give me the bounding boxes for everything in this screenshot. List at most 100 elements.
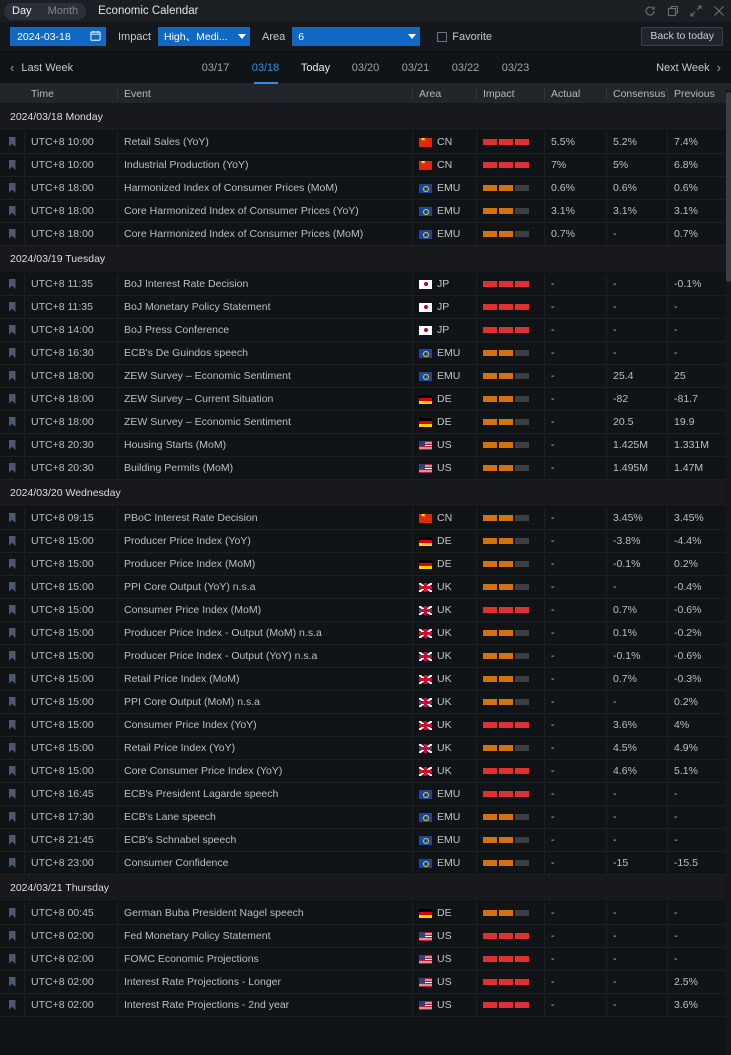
- bookmark-icon[interactable]: [9, 394, 16, 404]
- bookmark-icon[interactable]: [9, 858, 16, 868]
- bookmark-icon[interactable]: [9, 371, 16, 381]
- row-bookmark-cell[interactable]: [0, 342, 25, 364]
- row-bookmark-cell[interactable]: [0, 553, 25, 575]
- next-week-button[interactable]: Next Week ›: [656, 61, 721, 74]
- day-tab-5[interactable]: 03/22: [441, 52, 491, 84]
- table-row[interactable]: UTC+8 15:00Consumer Price Index (MoM)UK-…: [0, 599, 731, 622]
- table-row[interactable]: UTC+8 02:00Fed Monetary Policy Statement…: [0, 925, 731, 948]
- bookmark-icon[interactable]: [9, 977, 16, 987]
- refresh-icon[interactable]: [644, 5, 656, 17]
- table-row[interactable]: UTC+8 23:00Consumer ConfidenceEMU--15-15…: [0, 852, 731, 875]
- bookmark-icon[interactable]: [9, 697, 16, 707]
- row-bookmark-cell[interactable]: [0, 507, 25, 529]
- bookmark-icon[interactable]: [9, 463, 16, 473]
- table-row[interactable]: UTC+8 02:00Interest Rate Projections - L…: [0, 971, 731, 994]
- table-row[interactable]: UTC+8 11:35BoJ Interest Rate DecisionJP-…: [0, 273, 731, 296]
- bookmark-icon[interactable]: [9, 931, 16, 941]
- favorite-checkbox[interactable]: [437, 32, 447, 42]
- prev-week-button[interactable]: ‹ Last Week: [10, 61, 73, 74]
- table-row[interactable]: UTC+8 15:00Producer Price Index - Output…: [0, 645, 731, 668]
- row-bookmark-cell[interactable]: [0, 948, 25, 970]
- row-bookmark-cell[interactable]: [0, 434, 25, 456]
- table-row[interactable]: UTC+8 16:45ECB's President Lagarde speec…: [0, 783, 731, 806]
- bookmark-icon[interactable]: [9, 417, 16, 427]
- table-row[interactable]: UTC+8 16:30ECB's De Guindos speechEMU---: [0, 342, 731, 365]
- row-bookmark-cell[interactable]: [0, 760, 25, 782]
- bookmark-icon[interactable]: [9, 582, 16, 592]
- row-bookmark-cell[interactable]: [0, 737, 25, 759]
- bookmark-icon[interactable]: [9, 279, 16, 289]
- bookmark-icon[interactable]: [9, 766, 16, 776]
- table-row[interactable]: UTC+8 15:00Retail Price Index (MoM)UK-0.…: [0, 668, 731, 691]
- row-bookmark-cell[interactable]: [0, 645, 25, 667]
- row-bookmark-cell[interactable]: [0, 925, 25, 947]
- table-row[interactable]: UTC+8 02:00Interest Rate Projections - 2…: [0, 994, 731, 1017]
- row-bookmark-cell[interactable]: [0, 319, 25, 341]
- table-row[interactable]: UTC+8 14:00BoJ Press ConferenceJP---: [0, 319, 731, 342]
- impact-select[interactable]: High、Medi...: [158, 27, 250, 46]
- row-bookmark-cell[interactable]: [0, 388, 25, 410]
- bookmark-icon[interactable]: [9, 954, 16, 964]
- table-row[interactable]: UTC+8 15:00Retail Price Index (YoY)UK-4.…: [0, 737, 731, 760]
- bookmark-icon[interactable]: [9, 536, 16, 546]
- table-row[interactable]: UTC+8 09:15PBoC Interest Rate DecisionCN…: [0, 507, 731, 530]
- row-bookmark-cell[interactable]: [0, 154, 25, 176]
- table-row[interactable]: UTC+8 18:00ZEW Survey – Economic Sentime…: [0, 411, 731, 434]
- table-row[interactable]: UTC+8 18:00Harmonized Index of Consumer …: [0, 177, 731, 200]
- table-row[interactable]: UTC+8 15:00PPI Core Output (YoY) n.s.aUK…: [0, 576, 731, 599]
- favorite-filter[interactable]: Favorite: [437, 31, 492, 43]
- bookmark-icon[interactable]: [9, 302, 16, 312]
- bookmark-icon[interactable]: [9, 183, 16, 193]
- table-row[interactable]: UTC+8 15:00Producer Price Index (YoY)DE-…: [0, 530, 731, 553]
- row-bookmark-cell[interactable]: [0, 296, 25, 318]
- bookmark-icon[interactable]: [9, 160, 16, 170]
- table-row[interactable]: UTC+8 17:30ECB's Lane speechEMU---: [0, 806, 731, 829]
- row-bookmark-cell[interactable]: [0, 223, 25, 245]
- row-bookmark-cell[interactable]: [0, 829, 25, 851]
- row-bookmark-cell[interactable]: [0, 365, 25, 387]
- row-bookmark-cell[interactable]: [0, 783, 25, 805]
- table-row[interactable]: UTC+8 15:00Core Consumer Price Index (Yo…: [0, 760, 731, 783]
- table-row[interactable]: UTC+8 20:30Building Permits (MoM)US-1.49…: [0, 457, 731, 480]
- row-bookmark-cell[interactable]: [0, 177, 25, 199]
- row-bookmark-cell[interactable]: [0, 806, 25, 828]
- bookmark-icon[interactable]: [9, 325, 16, 335]
- table-row[interactable]: UTC+8 00:45German Buba President Nagel s…: [0, 902, 731, 925]
- row-bookmark-cell[interactable]: [0, 599, 25, 621]
- day-tab-3[interactable]: 03/20: [341, 52, 391, 84]
- row-bookmark-cell[interactable]: [0, 576, 25, 598]
- tab-month[interactable]: Month: [40, 3, 87, 20]
- row-bookmark-cell[interactable]: [0, 457, 25, 479]
- row-bookmark-cell[interactable]: [0, 622, 25, 644]
- bookmark-icon[interactable]: [9, 137, 16, 147]
- table-row[interactable]: UTC+8 15:00PPI Core Output (MoM) n.s.aUK…: [0, 691, 731, 714]
- row-bookmark-cell[interactable]: [0, 971, 25, 993]
- scrollbar-thumb[interactable]: [726, 92, 731, 282]
- table-row[interactable]: UTC+8 15:00Consumer Price Index (YoY)UK-…: [0, 714, 731, 737]
- bookmark-icon[interactable]: [9, 229, 16, 239]
- bookmark-icon[interactable]: [9, 674, 16, 684]
- bookmark-icon[interactable]: [9, 513, 16, 523]
- table-row[interactable]: UTC+8 15:00Producer Price Index - Output…: [0, 622, 731, 645]
- bookmark-icon[interactable]: [9, 605, 16, 615]
- table-row[interactable]: UTC+8 10:00Retail Sales (YoY)CN5.5%5.2%7…: [0, 131, 731, 154]
- table-row[interactable]: UTC+8 18:00ZEW Survey – Economic Sentime…: [0, 365, 731, 388]
- expand-icon[interactable]: [690, 5, 702, 17]
- day-tab-4[interactable]: 03/21: [391, 52, 441, 84]
- table-row[interactable]: UTC+8 10:00Industrial Production (YoY)CN…: [0, 154, 731, 177]
- bookmark-icon[interactable]: [9, 789, 16, 799]
- row-bookmark-cell[interactable]: [0, 131, 25, 153]
- table-row[interactable]: UTC+8 18:00Core Harmonized Index of Cons…: [0, 200, 731, 223]
- bookmark-icon[interactable]: [9, 835, 16, 845]
- table-row[interactable]: UTC+8 21:45ECB's Schnabel speechEMU---: [0, 829, 731, 852]
- date-picker[interactable]: 2024-03-18: [10, 27, 106, 46]
- bookmark-icon[interactable]: [9, 651, 16, 661]
- table-row[interactable]: UTC+8 11:35BoJ Monetary Policy Statement…: [0, 296, 731, 319]
- row-bookmark-cell[interactable]: [0, 668, 25, 690]
- day-tab-6[interactable]: 03/23: [491, 52, 541, 84]
- row-bookmark-cell[interactable]: [0, 530, 25, 552]
- bookmark-icon[interactable]: [9, 743, 16, 753]
- row-bookmark-cell[interactable]: [0, 691, 25, 713]
- row-bookmark-cell[interactable]: [0, 852, 25, 874]
- bookmark-icon[interactable]: [9, 628, 16, 638]
